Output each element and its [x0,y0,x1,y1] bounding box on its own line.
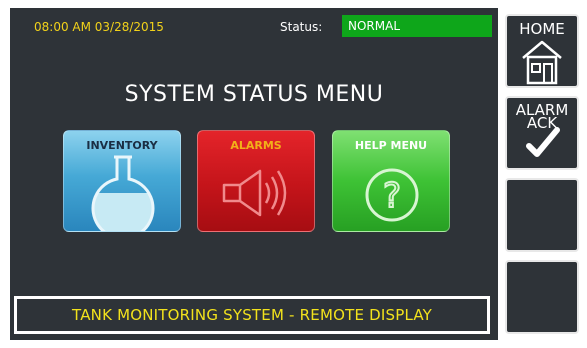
menu-title: SYSTEM STATUS MENU [124,82,384,107]
speaker-icon [222,169,287,217]
status-value: NORMAL [342,15,492,37]
help-menu-button[interactable]: HELP MENU ? [332,130,450,232]
blank-side-button-1[interactable] [505,178,579,252]
checkmark-icon [526,127,560,157]
tank-monitor-screen: 08:00 AM 03/28/2015 Status: NORMAL SYSTE… [0,0,587,348]
status-label: Status: [280,20,323,34]
blank-side-button-2[interactable] [505,260,579,334]
help-menu-label: HELP MENU [354,139,428,152]
house-icon [522,40,562,85]
flask-icon [91,155,155,231]
main-panel: 08:00 AM 03/28/2015 Status: NORMAL SYSTE… [10,8,498,340]
alarm-ack-button[interactable]: ALARM ACK [505,96,579,170]
inventory-button[interactable]: INVENTORY [63,130,181,232]
home-button[interactable]: HOME [505,14,579,88]
alarms-button[interactable]: ALARMS [197,130,315,232]
alarms-label: ALARMS [230,139,282,152]
footer-banner: TANK MONITORING SYSTEM - REMOTE DISPLAY [14,296,490,334]
question-icon: ? [365,168,419,222]
datetime-display: 08:00 AM 03/28/2015 [34,20,164,34]
svg-text:?: ? [383,176,401,216]
inventory-label: INVENTORY [86,139,158,152]
